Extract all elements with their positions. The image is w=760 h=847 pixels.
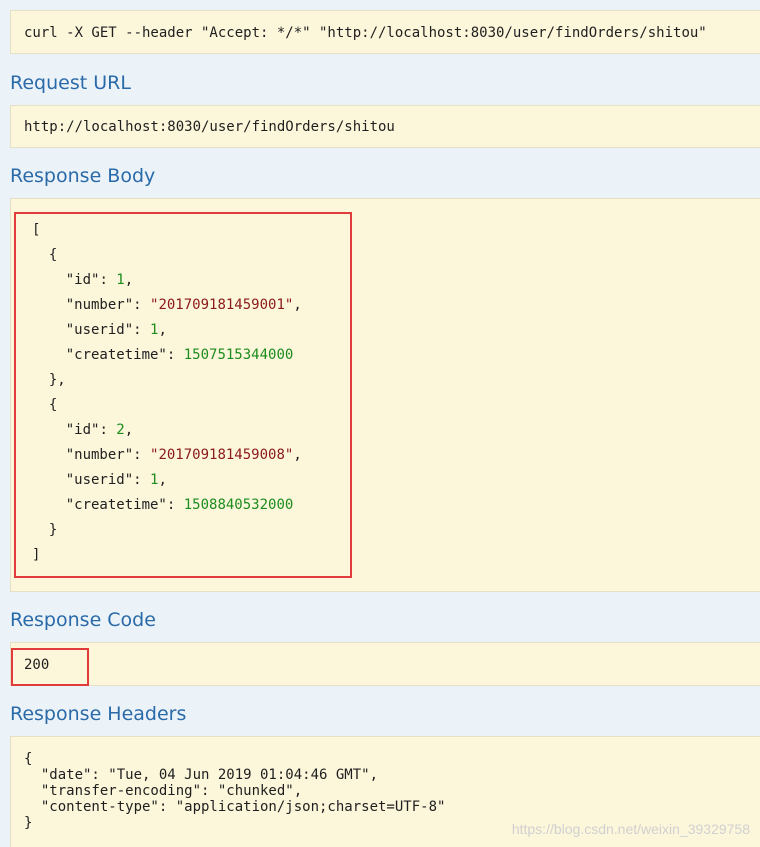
headers-line: { xyxy=(24,751,33,767)
headers-line: "transfer-encoding": "chunked", xyxy=(24,783,303,799)
request-url-block: http://localhost:8030/user/findOrders/sh… xyxy=(10,105,760,148)
request-url-value: http://localhost:8030/user/findOrders/sh… xyxy=(24,119,395,135)
response-code-highlight xyxy=(11,648,89,686)
headers-line: } xyxy=(24,815,33,831)
request-url-heading: Request URL xyxy=(10,72,131,94)
curl-command: curl -X GET --header "Accept: */*" "http… xyxy=(24,25,707,41)
headers-line: "content-type": "application/json;charse… xyxy=(24,799,446,815)
response-headers-json: { "date": "Tue, 04 Jun 2019 01:04:46 GMT… xyxy=(24,751,445,831)
response-body-highlight xyxy=(14,212,352,578)
response-code-block: 200 xyxy=(10,642,760,686)
response-code-heading: Response Code xyxy=(10,609,156,631)
response-headers-heading: Response Headers xyxy=(10,703,187,725)
response-body-heading: Response Body xyxy=(10,165,156,187)
watermark: https://blog.csdn.net/weixin_39329758 xyxy=(511,821,750,837)
curl-block: curl -X GET --header "Accept: */*" "http… xyxy=(10,10,760,54)
headers-line: "date": "Tue, 04 Jun 2019 01:04:46 GMT", xyxy=(24,767,379,783)
